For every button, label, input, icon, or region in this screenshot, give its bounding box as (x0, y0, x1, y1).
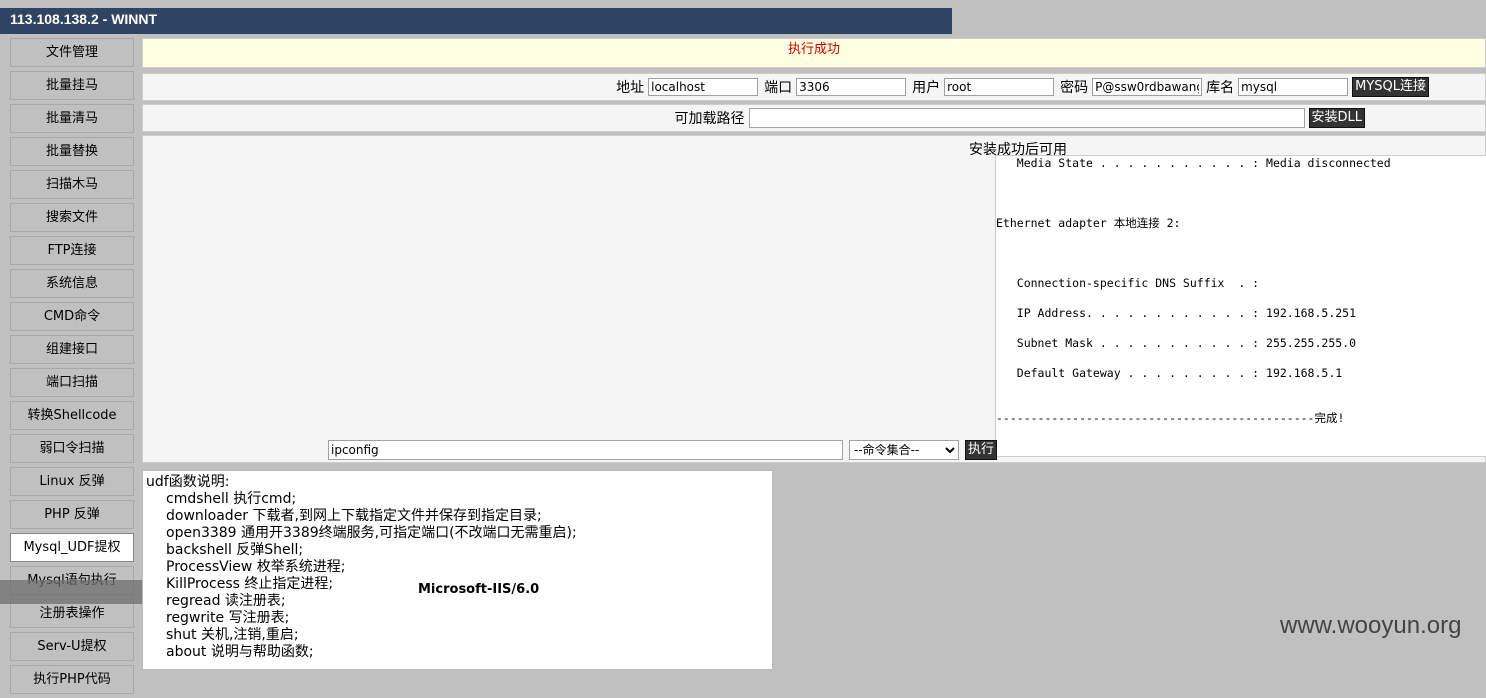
command-output: Media State . . . . . . . . . . . : Medi… (995, 155, 1486, 457)
output-text: Media State . . . . . . . . . . . : Medi… (996, 156, 1391, 425)
sidebar-button[interactable]: 系统信息 (10, 269, 134, 298)
sidebar-button[interactable]: 弱口令扫描 (10, 434, 134, 463)
host-input[interactable] (648, 78, 759, 96)
watermark-text: www.wooyun.org (1280, 612, 1462, 639)
server-signature: Microsoft-IIS/6.0 (418, 582, 540, 597)
window-title: 113.108.138.2 - WINNT (0, 8, 952, 34)
sidebar-button[interactable]: 搜索文件 (10, 203, 134, 232)
dll-path-input[interactable] (748, 108, 1305, 128)
mysql-connect-button[interactable]: MYSQL连接 (1352, 77, 1429, 97)
dll-install-row: 可加载路径 安装DLL (142, 104, 1486, 132)
execute-button[interactable]: 执行 (965, 440, 998, 460)
help-line: open3389 通用开3389终端服务,可指定端口(不改端口无需重启); (166, 525, 577, 541)
udf-help-panel: udf函数说明: cmdshell 执行cmd; downloader 下载者,到… (142, 470, 773, 670)
command-panel: 安装成功后可用 Media State . . . . . . . . . . … (142, 135, 1486, 463)
help-line: downloader 下载者,到网上下载指定文件并保存到指定目录; (166, 508, 542, 524)
password-label: 密码 (1060, 80, 1089, 96)
install-dll-button[interactable]: 安装DLL (1308, 108, 1365, 128)
sidebar-button[interactable]: 扫描木马 (10, 170, 134, 199)
command-input[interactable] (328, 440, 843, 460)
user-input[interactable] (944, 78, 1055, 96)
password-input[interactable] (1092, 78, 1203, 96)
help-line: regwrite 写注册表; (166, 610, 290, 626)
host-label: 地址 (616, 80, 645, 96)
database-label: 库名 (1206, 80, 1235, 96)
sidebar-button[interactable]: 批量挂马 (10, 71, 134, 100)
help-line: backshell 反弹Shell; (166, 542, 304, 558)
sidebar-overlay-bar (0, 580, 142, 604)
help-lines: cmdshell 执行cmd; downloader 下载者,到网上下载指定文件并… (146, 491, 772, 661)
database-input[interactable] (1238, 78, 1349, 96)
sidebar-button[interactable]: 转换Shellcode (10, 401, 134, 430)
command-set-select[interactable]: --命令集合-- (849, 440, 959, 460)
sidebar-button[interactable]: 执行PHP代码 (10, 665, 134, 694)
user-label: 用户 (912, 80, 941, 96)
help-line: shut 关机,注销,重启; (166, 627, 299, 643)
sidebar-button[interactable]: 端口扫描 (10, 368, 134, 397)
help-title: udf函数说明: (146, 474, 230, 490)
sidebar-button[interactable]: PHP 反弹 (10, 500, 134, 529)
port-label: 端口 (764, 80, 793, 96)
port-input[interactable] (796, 78, 907, 96)
sidebar-button[interactable]: 批量替换 (10, 137, 134, 166)
sidebar-button[interactable]: CMD命令 (10, 302, 134, 331)
help-line: cmdshell 执行cmd; (166, 491, 297, 507)
help-line: about 说明与帮助函数; (166, 644, 314, 660)
sidebar-button[interactable]: FTP连接 (10, 236, 134, 265)
help-line: ProcessView 枚举系统进程; (166, 559, 346, 575)
status-message: 执行成功 (142, 38, 1486, 68)
dll-path-label: 可加载路径 (674, 111, 745, 127)
sidebar-button[interactable]: Linux 反弹 (10, 467, 134, 496)
sidebar-button[interactable]: Serv-U提权 (10, 632, 134, 661)
sidebar-button[interactable]: 组建接口 (10, 335, 134, 364)
sidebar-button[interactable]: 批量清马 (10, 104, 134, 133)
mysql-connect-row: 地址 端口 用户 密码 库名 MYSQL连接 (142, 73, 1486, 101)
command-input-row: --命令集合-- 执行 (328, 440, 998, 460)
sidebar-button[interactable]: 文件管理 (10, 38, 134, 67)
sidebar-button[interactable]: Mysql_UDF提权 (10, 533, 134, 562)
